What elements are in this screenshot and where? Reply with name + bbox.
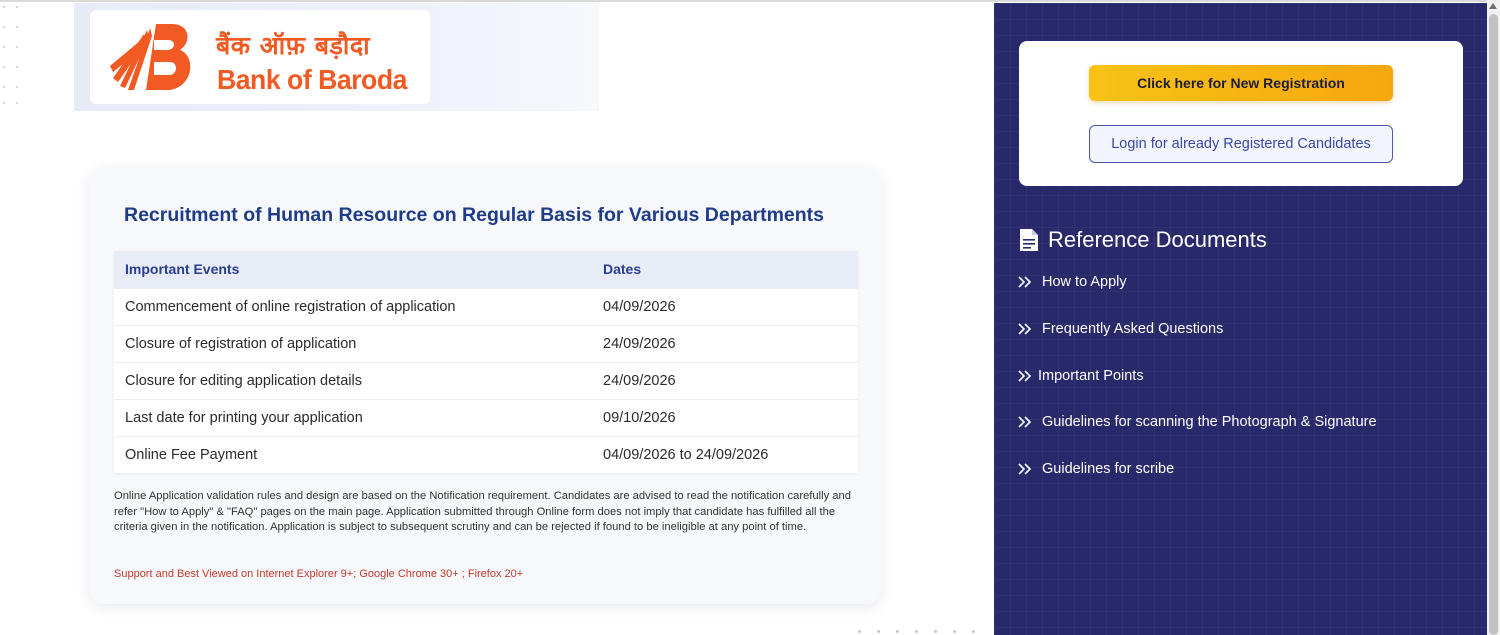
table-row: Online Fee Payment 04/09/2026 to 24/09/2… [114,435,858,473]
reference-heading-text: Reference Documents [1048,227,1267,252]
login-button[interactable]: Login for already Registered Candidates [1089,125,1393,163]
double-chevron-right-icon [1018,276,1032,288]
date-cell: 04/09/2026 to 24/09/2026 [592,435,858,473]
ref-link-faq[interactable]: Frequently Asked Questions [1018,321,1223,337]
ref-link-important-points[interactable]: Important Points [1018,368,1144,384]
reference-documents-heading: Reference Documents [1020,227,1267,253]
ref-link-how-to-apply[interactable]: How to Apply [1018,274,1127,290]
date-cell: 24/09/2026 [592,361,858,399]
vertical-scrollbar[interactable] [1487,0,1500,635]
bank-logo[interactable]: बैंक ऑफ़ बड़ौदा Bank of Baroda [90,10,430,104]
scroll-up-arrow-icon[interactable] [1489,3,1497,9]
ref-link-label: How to Apply [1042,274,1127,290]
logo-english-text: Bank of Baroda [217,64,407,95]
logo-hindi-text: बैंक ऑफ़ बड़ौदा [216,31,371,60]
date-cell: 09/10/2026 [592,398,858,436]
event-cell: Closure of registration of application [114,324,592,362]
double-chevron-right-icon [1018,323,1032,335]
table-row: Commencement of online registration of a… [114,287,858,325]
decorative-dots-bottom [858,630,988,633]
ref-link-label: Frequently Asked Questions [1042,321,1224,337]
table-header-row: Important Events Dates [114,251,858,288]
ref-link-photo-guidelines[interactable]: Guidelines for scanning the Photograph &… [1018,414,1377,430]
date-cell: 04/09/2026 [592,287,858,325]
ref-link-label: Guidelines for scribe [1042,461,1175,477]
ref-link-scribe-guidelines[interactable]: Guidelines for scribe [1018,461,1174,477]
event-cell: Commencement of online registration of a… [114,287,592,325]
table-row: Closure for editing application details … [114,361,858,399]
registration-card: Click here for New Registration Login fo… [1019,41,1463,186]
browser-support-note: Support and Best Viewed on Internet Expl… [114,568,524,580]
date-cell: 24/09/2026 [592,324,858,362]
new-registration-button[interactable]: Click here for New Registration [1089,65,1393,101]
table-row: Closure of registration of application 2… [114,324,858,362]
recruitment-card: Recruitment of Human Resource on Regular… [89,168,881,604]
double-chevron-right-icon [1018,463,1032,475]
top-border [0,0,1500,2]
important-events-table: Important Events Dates Commencement of o… [114,251,858,473]
page-title: Recruitment of Human Resource on Regular… [124,204,825,226]
ref-link-label: Important Points [1038,368,1144,384]
bank-of-baroda-logo-icon [110,24,191,90]
column-header-events: Important Events [114,251,592,288]
validation-note: Online Application validation rules and … [114,490,851,533]
double-chevron-right-icon [1018,370,1032,382]
ref-link-label: Guidelines for scanning the Photograph &… [1042,414,1377,430]
document-icon [1020,229,1038,251]
sidebar-panel: Click here for New Registration Login fo… [994,3,1487,635]
column-header-dates: Dates [592,251,858,288]
event-cell: Online Fee Payment [114,435,592,473]
double-chevron-right-icon [1018,416,1032,428]
scrollbar-thumb[interactable] [1489,14,1498,635]
decorative-dots [0,4,22,104]
event-cell: Last date for printing your application [114,398,592,436]
event-cell: Closure for editing application details [114,361,592,399]
table-row: Last date for printing your application … [114,398,858,436]
